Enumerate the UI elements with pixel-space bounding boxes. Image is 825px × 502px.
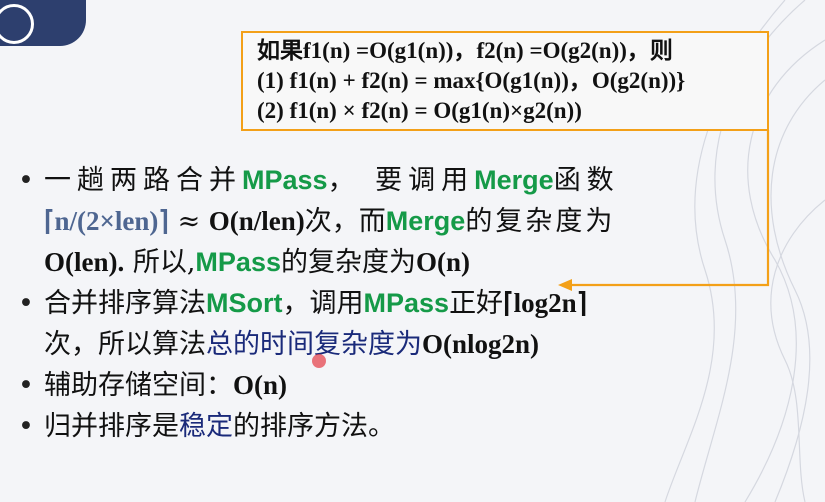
text: 辅助存储空间： [44,370,233,401]
theorem-line-3: (2) f1(n) × f2(n) = O(g1(n)×g2(n)) [257,98,582,123]
text: 所以, [124,247,196,278]
bullet-continuation: ⌈n/(2×len)⌉ ≈ O(n/len)次，而Merge的复杂度为 [18,201,778,242]
keyword-msort: MSort [206,288,283,318]
text: ， 要调用 [327,165,475,196]
bullet-dot: • [18,288,34,319]
bullet-dot: • [18,370,34,401]
text: 次，所以算法 [44,329,206,360]
highlight-text: 稳定 [179,411,233,442]
bullet-item-mpass: • 一趟两路合并MPass， 要调用Merge函数 [18,160,778,201]
complexity-expression: O(n) [233,370,287,400]
text: 次，而 [304,206,386,237]
bullet-continuation: 次，所以算法总的时间复杂度为O(nlog2n) [18,324,778,365]
text: 的复杂度为 [280,247,416,278]
complexity-expression: O(nlog2n) [422,329,540,359]
bullet-continuation: O(len). 所以,MPass的复杂度为O(n) [18,242,778,283]
bullet-item-stable: • 归并排序是稳定的排序方法。 [18,406,778,447]
text: 函数 [553,165,620,196]
text: ，调用 [282,288,364,319]
theorem-line-1: 如果f1(n) =O(g1(n))，f2(n) =O(g2(n))，则 [257,38,673,63]
logo-ring-icon [0,4,34,44]
theorem-line-2: (1) f1(n) + f2(n) = max{O(g1(n))，O(g2(n)… [257,68,686,93]
bullet-dot: • [18,165,34,196]
bullet-item-msort: • 合并排序算法MSort，调用MPass正好⌈log2n⌉ [18,283,778,324]
bullet-item-space: • 辅助存储空间：O(n) [18,365,778,406]
text: 正好 [449,288,504,319]
keyword-merge: Merge [474,165,554,195]
text: 合并排序算法 [44,288,206,319]
text: 归并排序是 [44,411,179,442]
text: 的复杂度为 [465,206,616,237]
complexity-expression: O(n) [415,247,470,277]
ceil-expression: ⌈n/(2×len)⌉ [44,206,169,236]
log-ceil-expression: ⌈log2n⌉ [503,288,588,318]
complexity-expression: O(len). [44,247,125,277]
keyword-merge: Merge [385,206,466,236]
text: 的排序方法。 [233,411,395,442]
keyword-mpass: MPass [242,165,328,195]
bullet-list: • 一趟两路合并MPass， 要调用Merge函数 ⌈n/(2×len)⌉ ≈ … [18,160,778,447]
keyword-mpass: MPass [363,288,450,318]
corner-logo [0,0,86,46]
pointer-cursor [312,354,326,368]
complexity-expression: O(n/len) [208,206,305,236]
text: 一趟两路合并 [44,165,242,196]
theorem-box: 如果f1(n) =O(g1(n))，f2(n) =O(g2(n))，则 (1) … [241,31,769,131]
bullet-dot: • [18,411,34,442]
approx-sign: ≈ [177,206,201,237]
keyword-mpass: MPass [195,247,281,277]
